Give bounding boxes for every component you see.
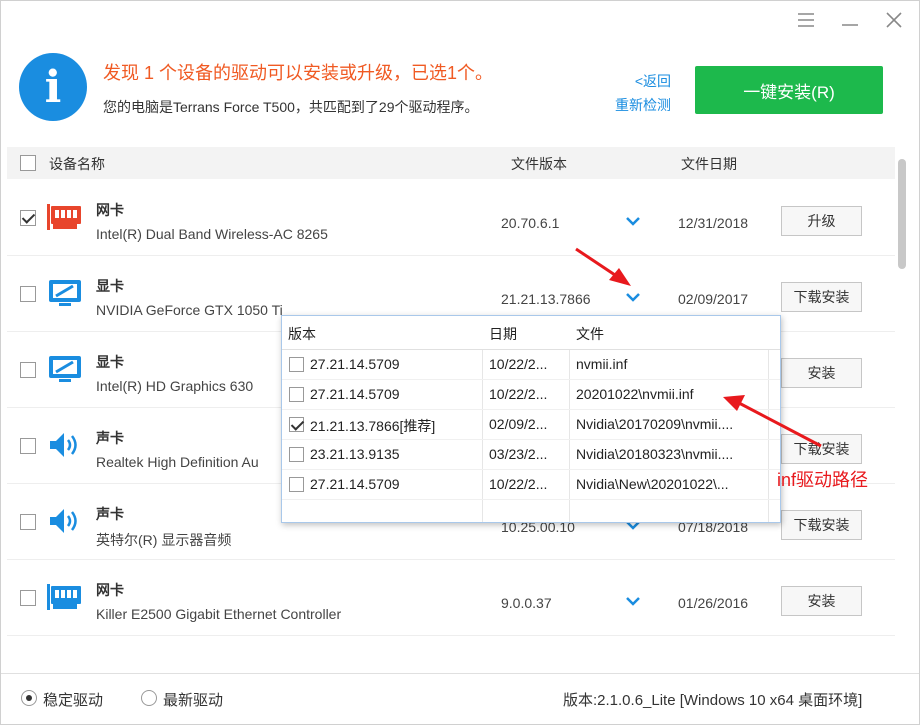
stable-driver-radio[interactable] bbox=[21, 690, 37, 706]
device-action-button[interactable]: 升级 bbox=[781, 206, 862, 236]
dropdown-version: 27.21.14.5709 bbox=[310, 476, 400, 492]
one-click-install-button[interactable]: 一键安装(R) bbox=[695, 66, 883, 114]
col-file-date: 文件日期 bbox=[681, 156, 737, 172]
dropdown-version-row[interactable]: 27.21.14.5709 10/22/2... nvmii.inf bbox=[282, 350, 780, 380]
device-name: Killer E2500 Gigabit Ethernet Controller bbox=[96, 606, 342, 622]
monitor-icon bbox=[47, 278, 83, 308]
header: i 发现 1 个设备的驱动可以安装或升级，已选1个。 您的电脑是Terrans … bbox=[19, 53, 899, 133]
version-checkbox[interactable] bbox=[289, 357, 304, 372]
device-type: 声卡 bbox=[96, 430, 124, 446]
select-all-checkbox[interactable] bbox=[20, 155, 36, 171]
device-name: Intel(R) HD Graphics 630 bbox=[96, 378, 254, 394]
device-action-button[interactable]: 下载安装 bbox=[781, 282, 862, 312]
device-type: 网卡 bbox=[96, 202, 124, 218]
redetect-link[interactable]: 重新检测 bbox=[615, 93, 671, 117]
version-checkbox[interactable] bbox=[289, 387, 304, 402]
device-type: 网卡 bbox=[96, 582, 124, 598]
device-date: 01/26/2016 bbox=[678, 595, 749, 611]
stable-driver-label: 稳定驱动 bbox=[43, 692, 104, 709]
device-date: 12/31/2018 bbox=[678, 215, 749, 231]
minimize-icon[interactable] bbox=[839, 9, 861, 31]
network-card-icon bbox=[47, 582, 83, 612]
scan-result-title: 发现 1 个设备的驱动可以安装或升级，已选1个。 bbox=[103, 63, 494, 83]
device-checkbox[interactable] bbox=[20, 362, 36, 378]
speaker-icon bbox=[47, 430, 83, 460]
device-checkbox[interactable] bbox=[20, 590, 36, 606]
dropdown-version-row[interactable]: 21.21.13.7866[推荐] 02/09/2... Nvidia\2017… bbox=[282, 410, 780, 440]
dropdown-version-row[interactable]: 27.21.14.5709 10/22/2... Nvidia\New\2020… bbox=[282, 470, 780, 500]
latest-driver-label: 最新驱动 bbox=[163, 692, 224, 709]
device-row[interactable]: 网卡 Killer E2500 Gigabit Ethernet Control… bbox=[7, 560, 895, 636]
footer: 稳定驱动 最新驱动 版本:2.1.0.6_Lite [Windows 10 x6… bbox=[1, 673, 919, 724]
version-checkbox[interactable] bbox=[289, 477, 304, 492]
version-checkbox[interactable] bbox=[289, 447, 304, 462]
menu-icon[interactable] bbox=[795, 9, 817, 31]
device-date: 02/09/2017 bbox=[678, 291, 749, 307]
dropdown-file: Nvidia\New\20201022\... bbox=[576, 476, 729, 492]
dropdown-version: 27.21.14.5709 bbox=[310, 356, 400, 372]
scrollbar-thumb[interactable] bbox=[898, 159, 906, 269]
driver-installer-window: i 发现 1 个设备的驱动可以安装或升级，已选1个。 您的电脑是Terrans … bbox=[0, 0, 920, 725]
device-name: NVIDIA GeForce GTX 1050 Ti bbox=[96, 302, 283, 318]
dropdown-version: 23.21.13.9135 bbox=[310, 446, 400, 462]
device-checkbox[interactable] bbox=[20, 438, 36, 454]
latest-driver-radio[interactable] bbox=[141, 690, 157, 706]
window-controls bbox=[795, 9, 905, 31]
annotation-inf-path: inf驱动路径 bbox=[777, 470, 869, 490]
dropdown-header: 版本 日期 文件 bbox=[282, 316, 780, 350]
device-name: 英特尔(R) 显示器音频 bbox=[96, 532, 232, 548]
table-header: 设备名称 文件版本 文件日期 bbox=[7, 147, 895, 179]
device-version: 21.21.13.7866 bbox=[501, 291, 591, 307]
device-checkbox[interactable] bbox=[20, 210, 36, 226]
dropdown-col-file: 文件 bbox=[576, 326, 604, 342]
speaker-icon bbox=[47, 506, 83, 536]
version-dropdown-chevron-icon[interactable] bbox=[623, 289, 643, 305]
dropdown-date: 03/23/2... bbox=[489, 446, 548, 462]
dropdown-file: Nvidia\20170209\nvmii.... bbox=[576, 416, 734, 432]
device-checkbox[interactable] bbox=[20, 514, 36, 530]
device-action-button[interactable]: 下载安装 bbox=[781, 510, 862, 540]
network-card-icon bbox=[47, 202, 83, 232]
dropdown-col-date: 日期 bbox=[489, 326, 517, 342]
device-action-button[interactable]: 安装 bbox=[781, 358, 862, 388]
dropdown-file: nvmii.inf bbox=[576, 356, 628, 372]
dropdown-version-row[interactable]: 27.21.14.5709 10/22/2... 20201022\nvmii.… bbox=[282, 380, 780, 410]
device-type: 显卡 bbox=[96, 354, 124, 370]
device-row[interactable]: 网卡 Intel(R) Dual Band Wireless-AC 8265 2… bbox=[7, 180, 895, 256]
header-links: <返回 重新检测 bbox=[615, 69, 671, 117]
close-icon[interactable] bbox=[883, 9, 905, 31]
dropdown-file: 20201022\nvmii.inf bbox=[576, 386, 694, 402]
version-dropdown-chevron-icon[interactable] bbox=[623, 593, 643, 609]
dropdown-date: 10/22/2... bbox=[489, 356, 548, 372]
dropdown-version: 21.21.13.7866[推荐] bbox=[310, 418, 436, 434]
col-device-name: 设备名称 bbox=[49, 156, 105, 172]
version-checkbox[interactable] bbox=[289, 417, 304, 432]
device-name: Intel(R) Dual Band Wireless-AC 8265 bbox=[96, 226, 328, 242]
col-file-version: 文件版本 bbox=[511, 156, 567, 172]
monitor-icon bbox=[47, 354, 83, 384]
device-action-button[interactable]: 安装 bbox=[781, 586, 862, 616]
scrollbar[interactable] bbox=[895, 147, 909, 637]
dropdown-date: 02/09/2... bbox=[489, 416, 548, 432]
version-info: 版本:2.1.0.6_Lite [Windows 10 x64 桌面环境] bbox=[563, 692, 863, 709]
dropdown-version: 27.21.14.5709 bbox=[310, 386, 400, 402]
dropdown-col-version: 版本 bbox=[288, 326, 316, 342]
dropdown-file: Nvidia\20180323\nvmii.... bbox=[576, 446, 734, 462]
version-dropdown-chevron-icon[interactable] bbox=[623, 213, 643, 229]
info-icon: i bbox=[19, 53, 87, 121]
device-name: Realtek High Definition Au bbox=[96, 454, 259, 470]
version-dropdown: 版本 日期 文件 27.21.14.5709 10/22/2... nvmii.… bbox=[281, 315, 781, 523]
dropdown-date: 10/22/2... bbox=[489, 386, 548, 402]
back-link[interactable]: <返回 bbox=[615, 69, 671, 93]
dropdown-version-row[interactable]: 23.21.13.9135 03/23/2... Nvidia\20180323… bbox=[282, 440, 780, 470]
device-type: 显卡 bbox=[96, 278, 124, 294]
device-version: 20.70.6.1 bbox=[501, 215, 560, 231]
scan-result-subtitle: 您的电脑是Terrans Force T500，共匹配到了29个驱动程序。 bbox=[103, 99, 479, 115]
device-action-button[interactable]: 下载安装 bbox=[781, 434, 862, 464]
device-checkbox[interactable] bbox=[20, 286, 36, 302]
dropdown-date: 10/22/2... bbox=[489, 476, 548, 492]
device-version: 9.0.0.37 bbox=[501, 595, 552, 611]
device-type: 声卡 bbox=[96, 506, 124, 522]
